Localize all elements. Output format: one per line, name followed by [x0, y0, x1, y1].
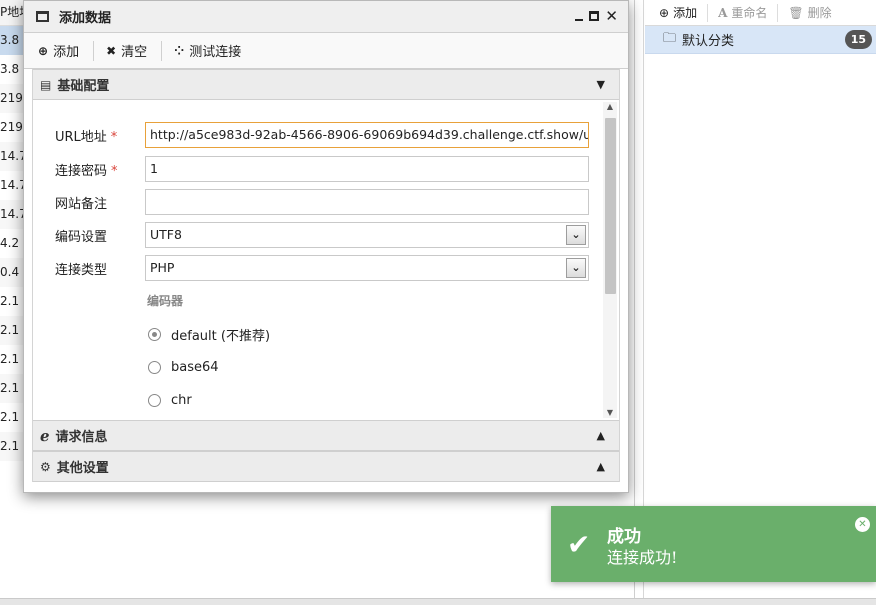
category-name: 默认分类: [682, 34, 735, 49]
note-label: 网站备注: [55, 196, 108, 212]
category-item-default[interactable]: 🗀 默认分类 15: [645, 26, 876, 54]
clear-button-label: 清空: [121, 45, 148, 60]
basic-config-title: 基础配置: [57, 79, 110, 94]
scrollbar[interactable]: ▲ ▼: [603, 102, 617, 418]
encoder-option-default[interactable]: default (不推荐): [148, 324, 270, 344]
url-label: URL地址: [55, 129, 107, 145]
basic-config-header[interactable]: ▤ 基础配置 ▼: [33, 69, 619, 100]
toast-message: 连接成功!: [607, 548, 678, 567]
test-connection-button[interactable]: ⁘ 测试连接: [168, 41, 255, 61]
required-marker: *: [111, 163, 118, 179]
clear-button[interactable]: ✖ 清空: [100, 40, 163, 61]
radio[interactable]: [148, 393, 161, 407]
note-row: 网站备注: [33, 189, 589, 215]
chevron-down-icon: ▼: [596, 78, 605, 91]
scrollbar-thumb[interactable]: [605, 118, 616, 294]
chevron-up-icon: ▲: [596, 429, 605, 442]
plus-circle-icon: ⊕: [38, 43, 49, 58]
close-icon[interactable]: ✕: [605, 9, 618, 24]
dialog-toolbar: ⊕ 添加 ✖ 清空 ⁘ 测试连接: [24, 33, 628, 69]
password-label: 连接密码: [55, 163, 108, 179]
scroll-up-icon[interactable]: ▲: [605, 102, 615, 112]
add-button-label: 添加: [53, 45, 80, 60]
trash-icon: 🗑: [788, 5, 804, 20]
font-icon: A: [718, 5, 728, 20]
category-rename-button[interactable]: A 重命名: [718, 3, 779, 22]
success-toast: ✔ 成功 连接成功! ✕: [551, 506, 876, 582]
request-info-title: 请求信息: [55, 430, 108, 445]
category-delete-button[interactable]: 🗑 删除: [788, 4, 841, 22]
radio-selected[interactable]: [148, 327, 161, 341]
maximize-icon[interactable]: [589, 11, 600, 21]
basic-config-body: URL地址 * http://a5ce983d-92ab-4566-8906-69…: [33, 100, 619, 420]
password-row: 连接密码 * 1: [33, 156, 589, 182]
category-count-badge: 15: [844, 30, 872, 49]
type-value: PHP: [150, 260, 175, 275]
request-info-header[interactable]: ℯ 请求信息 ▲: [33, 420, 619, 451]
x-icon: ✖: [106, 43, 117, 58]
category-add-button[interactable]: ⊕ 添加: [659, 3, 709, 22]
chevron-down-icon[interactable]: ⌄: [566, 258, 586, 278]
encoding-label: 编码设置: [55, 229, 108, 245]
document-icon: ▤: [40, 77, 52, 92]
encoder-title: 编码器: [147, 294, 184, 308]
chevron-up-icon: ▲: [596, 460, 605, 473]
other-settings-header[interactable]: ⚙ 其他设置 ▲: [33, 451, 619, 482]
bottom-bar: [0, 598, 876, 605]
required-marker: *: [110, 129, 118, 145]
spinner-icon: ⁘: [174, 43, 185, 58]
encoding-value: UTF8: [150, 227, 182, 242]
test-connection-label: 测试连接: [189, 45, 242, 60]
encoder-option-label: default (不推荐): [171, 328, 271, 344]
add-button[interactable]: ⊕ 添加: [32, 40, 95, 61]
type-label: 连接类型: [55, 262, 108, 278]
encoding-select[interactable]: UTF8 ⌄: [145, 222, 589, 248]
encoding-row: 编码设置 UTF8 ⌄: [33, 222, 589, 248]
encoder-option-base64[interactable]: base64: [148, 357, 219, 377]
add-data-dialog: 添加数据 ✕ ⊕ 添加 ✖ 清空 ⁘ 测试连接 ▤ 基础配置 ▼ URL地址 *…: [23, 0, 629, 493]
encoder-option-label: chr: [171, 392, 192, 408]
minimize-icon[interactable]: [575, 19, 584, 21]
chevron-down-icon[interactable]: ⌄: [566, 225, 586, 245]
window-icon: [36, 11, 49, 22]
dialog-title: 添加数据: [59, 11, 112, 26]
encoder-option-label: base64: [171, 359, 219, 375]
gears-icon: ⚙: [40, 459, 51, 474]
browser-e-icon: ℯ: [40, 426, 50, 445]
url-input[interactable]: http://a5ce983d-92ab-4566-8906-69069b694…: [145, 122, 589, 148]
other-settings-title: 其他设置: [56, 461, 109, 476]
dialog-titlebar[interactable]: 添加数据 ✕: [24, 1, 628, 33]
plus-circle-icon: ⊕: [659, 5, 670, 20]
url-row: URL地址 * http://a5ce983d-92ab-4566-8906-69…: [33, 122, 589, 148]
password-input[interactable]: 1: [145, 156, 589, 182]
category-toolbar: ⊕ 添加 A 重命名 🗑 删除: [645, 0, 876, 26]
category-rename-label: 重命名: [731, 6, 768, 20]
checkmark-icon: ✔: [567, 528, 591, 561]
encoder-option-chr[interactable]: chr: [148, 390, 192, 410]
radio[interactable]: [148, 360, 161, 374]
scroll-down-icon[interactable]: ▼: [605, 408, 615, 418]
folder-icon: 🗀: [663, 30, 677, 46]
category-add-label: 添加: [673, 6, 698, 20]
note-input[interactable]: [145, 189, 589, 215]
type-select[interactable]: PHP ⌄: [145, 255, 589, 281]
close-icon[interactable]: ✕: [855, 517, 870, 532]
category-delete-label: 删除: [807, 6, 832, 20]
type-row: 连接类型 PHP ⌄: [33, 255, 589, 281]
